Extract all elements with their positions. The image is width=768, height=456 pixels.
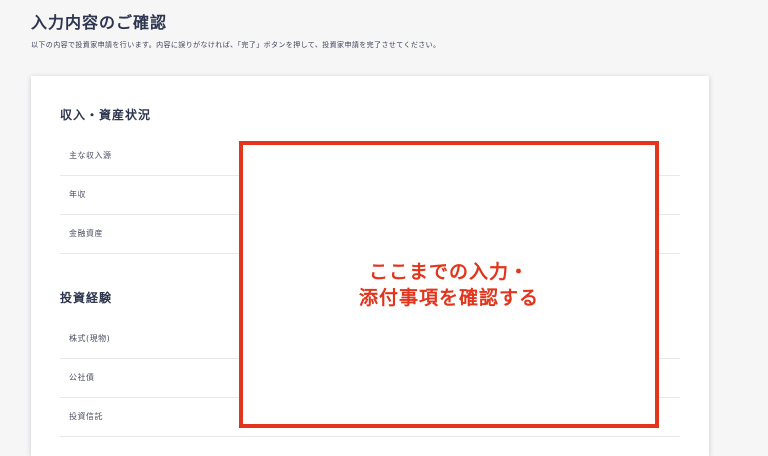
annotation-text: ここまでの入力・ 添付事項を確認する bbox=[359, 259, 539, 311]
field-label: 公社債 bbox=[69, 373, 95, 382]
field-label: 年収 bbox=[69, 190, 86, 199]
section-heading-income-assets: 収入・資産状況 bbox=[60, 108, 152, 122]
annotation-line-1: ここまでの入力・ bbox=[368, 260, 529, 283]
field-label: 金融資産 bbox=[69, 229, 103, 238]
page-title: 入力内容のご確認 bbox=[31, 13, 168, 32]
field-label: 主な収入源 bbox=[69, 151, 112, 160]
annotation-highlight-box: ここまでの入力・ 添付事項を確認する bbox=[239, 141, 659, 428]
annotation-line-2: 添付事項を確認する bbox=[358, 286, 539, 309]
field-label: 株式(現物) bbox=[69, 334, 111, 343]
field-label: 投資信託 bbox=[69, 412, 103, 421]
page-description: 以下の内容で投資家申請を行います。内容に誤りがなければ、「完了」ボタンを押して、… bbox=[31, 41, 441, 49]
section-heading-investment-experience: 投資経験 bbox=[60, 291, 113, 305]
